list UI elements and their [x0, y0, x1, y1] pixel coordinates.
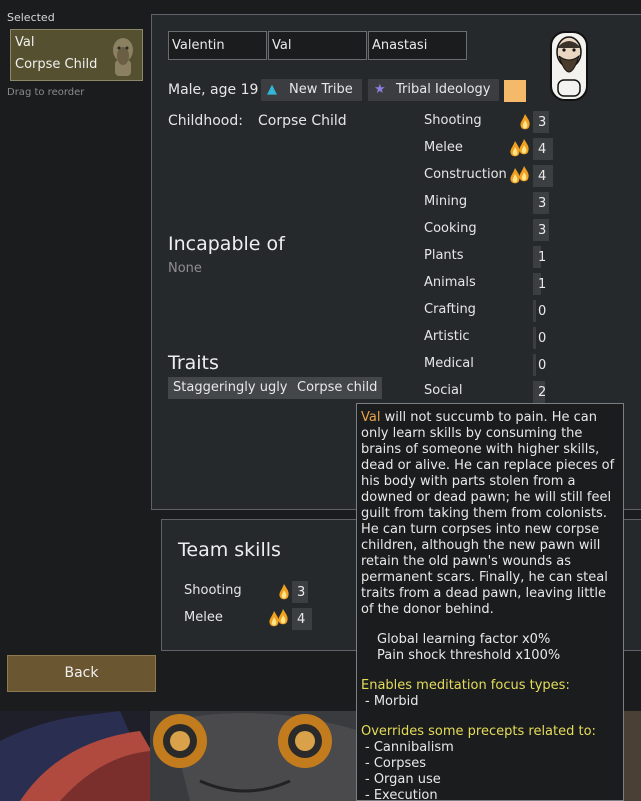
skill-row-plants[interactable]: Plants 1: [424, 246, 641, 268]
favorite-color-swatch[interactable]: [504, 80, 526, 102]
pawn-list-item-val[interactable]: Val Corpse Child: [10, 29, 143, 81]
skill-name: Cooking: [424, 221, 477, 236]
skill-level-bar: [533, 354, 536, 376]
skill-row-mining[interactable]: Mining 3: [424, 192, 641, 214]
major-passion-flame-icon: [509, 139, 531, 161]
tooltip-precept-item: - Cannibalism: [365, 740, 454, 755]
major-passion-flame-icon: [268, 609, 290, 631]
tooltip-stat-pain: Pain shock threshold x100%: [377, 648, 561, 663]
skill-name: Mining: [424, 194, 468, 209]
tooltip-meditation: Enables meditation focus types: - Morbid: [361, 678, 619, 710]
skill-level-value: 3: [538, 115, 547, 130]
pawn-portrait: [550, 31, 588, 101]
skill-level-value: 0: [538, 358, 547, 373]
faction-icon: ▲: [267, 82, 277, 97]
major-passion-flame-icon: [509, 166, 531, 188]
ideology-name: Tribal Ideology: [396, 82, 491, 97]
last-name-field[interactable]: [368, 31, 467, 60]
tooltip-precepts: Overrides some precepts related to: - Ca…: [361, 724, 619, 801]
gender-age: Male, age 19: [168, 82, 259, 98]
skill-row-social[interactable]: Social 2: [424, 381, 641, 403]
skill-row-artistic[interactable]: Artistic 0: [424, 327, 641, 349]
skill-name: Medical: [424, 356, 474, 371]
pawn-list-name: Val: [15, 35, 35, 50]
tooltip-meditation-item: - Morbid: [365, 694, 419, 709]
tooltip-precept-item: - Corpses: [365, 756, 426, 771]
skill-row-crafting[interactable]: Crafting 0: [424, 300, 641, 322]
skill-row-animals[interactable]: Animals 1: [424, 273, 641, 295]
skill-row-shooting[interactable]: Shooting 3: [424, 111, 641, 133]
skill-level-value: 1: [538, 277, 547, 292]
trait-staggeringly-ugly[interactable]: Staggeringly ugly: [168, 377, 293, 399]
skill-name: Melee: [424, 140, 463, 155]
tooltip-precept-item: - Organ use: [365, 772, 441, 787]
incapable-value: None: [168, 261, 202, 276]
skill-level-bar: [533, 327, 536, 349]
tooltip-stat-learning: Global learning factor x0%: [377, 632, 551, 647]
minor-passion-flame-icon: [278, 584, 290, 604]
skill-row-melee[interactable]: Melee 4: [424, 138, 641, 160]
skill-name: Construction: [424, 167, 507, 182]
skill-row-construction[interactable]: Construction 4: [424, 165, 641, 187]
pawn-mini-portrait-icon: [113, 38, 133, 76]
faction-chip[interactable]: ▲ New Tribe: [261, 79, 362, 101]
ideology-star-icon: ★: [374, 82, 386, 97]
tooltip-description: Val will not succumb to pain. He can onl…: [361, 410, 619, 618]
trait-corpse-child[interactable]: Corpse child: [292, 377, 383, 399]
tooltip-precept-item: - Execution: [365, 788, 438, 801]
skill-name: Plants: [424, 248, 464, 263]
skill-name: Melee: [184, 610, 223, 625]
faction-name: New Tribe: [289, 82, 353, 97]
tooltip-stats: Global learning factor x0% Pain shock th…: [361, 632, 619, 664]
skill-level-value: 4: [297, 612, 306, 627]
ideology-chip[interactable]: ★ Tribal Ideology: [368, 79, 499, 101]
incapable-title: Incapable of: [168, 233, 285, 255]
team-skills-title: Team skills: [178, 539, 281, 561]
skill-level-value: 0: [538, 304, 547, 319]
pawn-list-subtitle: Corpse Child: [15, 57, 98, 72]
skill-row-medical[interactable]: Medical 0: [424, 354, 641, 376]
traits-title: Traits: [168, 352, 219, 374]
skill-name: Social: [424, 383, 463, 398]
back-button[interactable]: Back: [7, 655, 156, 692]
skill-level-value: 4: [538, 169, 547, 184]
skill-level-value: 4: [538, 142, 547, 157]
tooltip-precepts-header: Overrides some precepts related to:: [361, 724, 596, 739]
skill-name: Artistic: [424, 329, 470, 344]
tooltip-pawn-name: Val: [361, 410, 381, 425]
skill-name: Shooting: [184, 583, 242, 598]
skill-level-value: 1: [538, 250, 547, 265]
skill-level-value: 0: [538, 331, 547, 346]
skill-name: Crafting: [424, 302, 476, 317]
skill-level-value: 2: [538, 385, 547, 400]
childhood-label: Childhood:: [168, 113, 243, 129]
skill-row-cooking[interactable]: Cooking 3: [424, 219, 641, 241]
tooltip-meditation-header: Enables meditation focus types:: [361, 678, 570, 693]
corpse-child-tooltip: Val will not succumb to pain. He can onl…: [356, 403, 624, 801]
drag-hint: Drag to reorder: [7, 87, 85, 98]
nickname-field[interactable]: [268, 31, 367, 60]
tooltip-description-text: will not succumb to pain. He can only le…: [361, 410, 615, 617]
childhood-value[interactable]: Corpse Child: [258, 113, 347, 129]
first-name-field[interactable]: [168, 31, 267, 60]
skill-name: Animals: [424, 275, 476, 290]
skill-level-value: 3: [297, 585, 306, 600]
selected-label: Selected: [7, 11, 55, 24]
skill-level-value: 3: [538, 196, 547, 211]
skill-level-bar: [533, 300, 536, 322]
skill-name: Shooting: [424, 113, 482, 128]
minor-passion-flame-icon: [519, 114, 531, 134]
skill-level-value: 3: [538, 223, 547, 238]
